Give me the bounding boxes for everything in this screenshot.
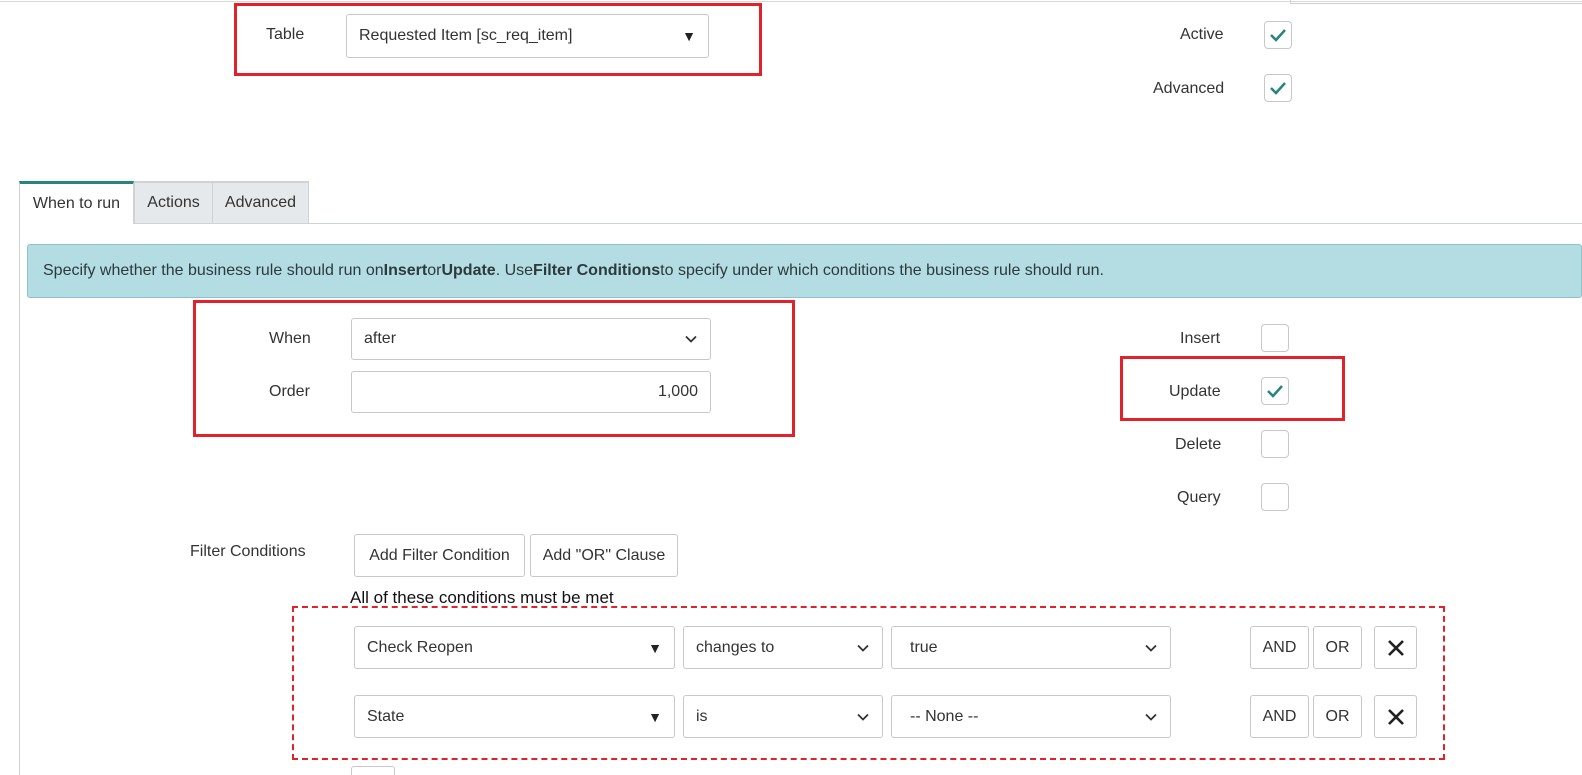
update-highlight-box <box>1120 356 1345 421</box>
button-label: OR <box>1325 638 1350 656</box>
order-input[interactable]: 1,000 <box>351 371 711 413</box>
checkmark-icon <box>1270 82 1286 95</box>
info-text: Specify whether the business rule should… <box>43 262 384 279</box>
delete-checkbox[interactable] <box>1261 430 1289 458</box>
chevron-down-icon <box>857 713 869 721</box>
top-right-edge <box>1290 0 1582 4</box>
info-bold-insert: Insert <box>383 262 428 279</box>
condition-operator-select[interactable]: is <box>683 695 883 738</box>
chevron-down-icon <box>857 644 869 652</box>
close-icon <box>1387 708 1404 725</box>
condition-value-select[interactable]: -- None -- <box>891 695 1171 738</box>
remove-condition-button[interactable] <box>1374 695 1417 738</box>
tab-label: Advanced <box>224 194 297 211</box>
tab-when-to-run[interactable]: When to run <box>19 181 134 224</box>
info-text: . Use <box>495 262 534 279</box>
and-button[interactable]: AND <box>1250 695 1309 738</box>
tab-label: Actions <box>147 194 200 211</box>
or-button[interactable]: OR <box>1313 695 1362 738</box>
partial-control <box>351 766 395 775</box>
delete-label: Delete <box>1175 436 1222 453</box>
update-checkbox[interactable] <box>1261 377 1289 405</box>
value-value: -- None -- <box>910 707 979 725</box>
tab-panel-top-border <box>134 223 1582 224</box>
chevron-down-icon <box>1145 713 1157 721</box>
tab-label: When to run <box>32 195 121 212</box>
close-icon <box>1387 639 1404 656</box>
advanced-label: Advanced <box>1153 80 1225 97</box>
triangle-down-icon: ▼ <box>648 639 662 656</box>
order-value: 1,000 <box>657 383 698 400</box>
button-label: OR <box>1325 707 1350 725</box>
field-value: State <box>367 707 405 725</box>
tab-panel-left-border <box>19 223 20 775</box>
field-value: Check Reopen <box>367 638 473 656</box>
table-select[interactable]: Requested Item [sc_req_item] ▼ <box>346 14 709 58</box>
info-text: to specify under which conditions the bu… <box>660 262 1104 279</box>
and-button[interactable]: AND <box>1250 626 1309 669</box>
when-select[interactable]: after <box>351 318 711 360</box>
operator-value: is <box>696 707 708 725</box>
info-bold-update: Update <box>441 262 496 279</box>
button-label: Add "OR" Clause <box>542 546 666 564</box>
checkmark-icon <box>1267 385 1283 398</box>
active-label: Active <box>1180 26 1224 43</box>
tab-actions[interactable]: Actions <box>134 182 213 224</box>
chevron-down-icon <box>685 335 697 343</box>
or-button[interactable]: OR <box>1313 626 1362 669</box>
filter-conditions-label: Filter Conditions <box>190 543 306 560</box>
insert-checkbox[interactable] <box>1261 324 1289 352</box>
tab-advanced[interactable]: Advanced <box>212 182 309 224</box>
advanced-checkbox[interactable] <box>1264 74 1292 102</box>
condition-field-select[interactable]: Check Reopen ▼ <box>354 626 675 669</box>
query-label: Query <box>1177 489 1221 506</box>
button-label: AND <box>1262 707 1297 725</box>
insert-label: Insert <box>1180 330 1221 347</box>
info-banner: Specify whether the business rule should… <box>27 244 1582 298</box>
info-bold-filter: Filter Conditions <box>533 262 661 279</box>
value-value: true <box>910 638 938 656</box>
triangle-down-icon: ▼ <box>682 28 696 44</box>
condition-operator-select[interactable]: changes to <box>683 626 883 669</box>
active-checkbox[interactable] <box>1264 21 1292 49</box>
operator-value: changes to <box>696 638 775 656</box>
condition-value-select[interactable]: true <box>891 626 1171 669</box>
triangle-down-icon: ▼ <box>648 708 662 725</box>
table-label: Table <box>266 26 305 43</box>
info-text: or <box>427 262 442 279</box>
table-select-value: Requested Item [sc_req_item] <box>359 27 573 44</box>
button-label: Add Filter Condition <box>369 546 510 564</box>
query-checkbox[interactable] <box>1261 483 1289 511</box>
checkmark-icon <box>1270 29 1286 42</box>
remove-condition-button[interactable] <box>1374 626 1417 669</box>
order-label: Order <box>269 383 310 400</box>
add-filter-condition-button[interactable]: Add Filter Condition <box>354 534 525 577</box>
when-select-value: after <box>364 330 397 347</box>
button-label: AND <box>1262 638 1297 656</box>
update-label: Update <box>1169 383 1221 400</box>
all-conditions-text: All of these conditions must be met <box>350 588 614 607</box>
add-or-clause-button[interactable]: Add "OR" Clause <box>530 534 678 577</box>
when-label: When <box>269 330 311 347</box>
chevron-down-icon <box>1145 644 1157 652</box>
condition-field-select[interactable]: State ▼ <box>354 695 675 738</box>
